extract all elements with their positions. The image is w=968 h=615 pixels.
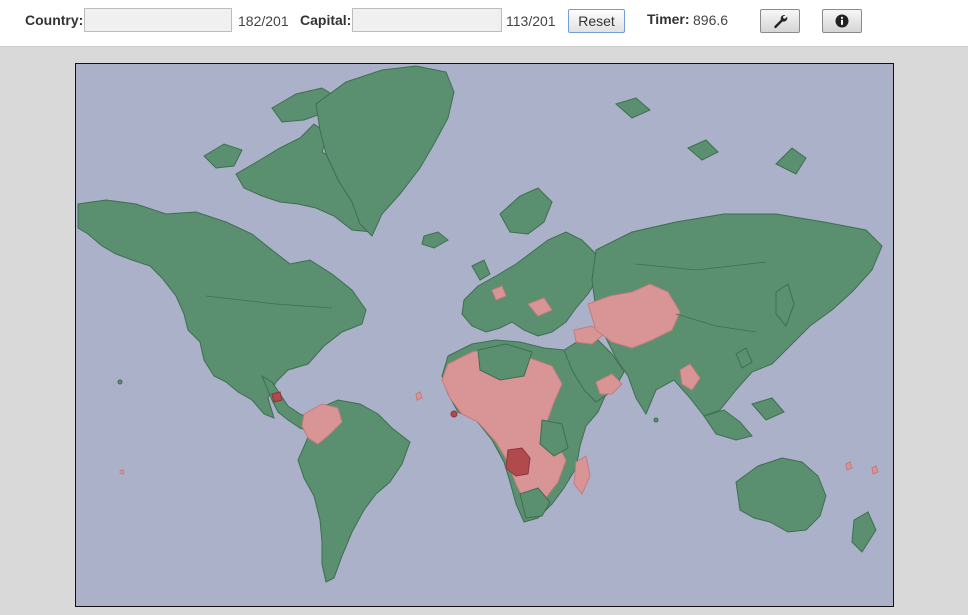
region-europe[interactable] [461,231,599,337]
region-north-america[interactable] [77,199,367,419]
country-label: Country: [25,12,84,28]
world-map[interactable] [75,63,894,607]
country-input[interactable] [84,8,232,32]
toolbar: Country: 182/201 Capital: 113/201 Reset … [0,0,968,47]
wrench-icon [774,15,788,29]
region-australia[interactable] [735,457,827,533]
info-button[interactable] [822,9,862,33]
capital-input[interactable] [352,8,502,32]
world-map-canvas[interactable] [76,64,893,606]
info-icon [835,14,849,28]
capital-count: 113/201 [506,13,556,29]
timer-label: Timer: [647,11,690,27]
reset-button[interactable]: Reset [568,9,625,33]
country-count: 182/201 [238,13,289,29]
settings-button[interactable] [760,9,800,33]
capital-label: Capital: [300,12,352,28]
timer-value: 896.6 [693,12,729,28]
